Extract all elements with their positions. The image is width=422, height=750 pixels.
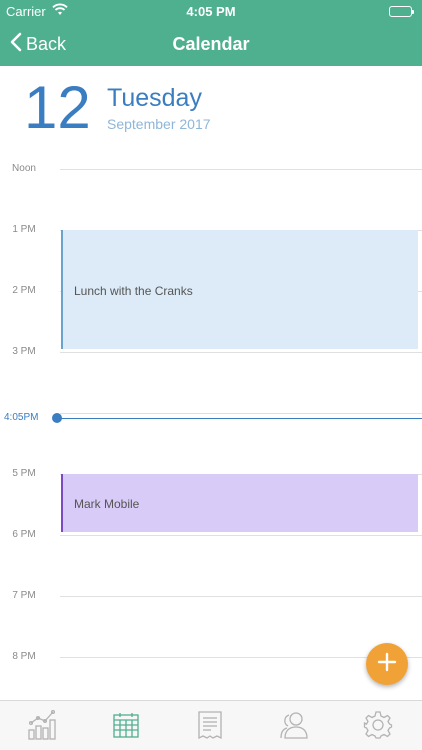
status-time: 4:05 PM xyxy=(186,4,236,19)
settings-gear-icon xyxy=(363,710,393,745)
navigation-bar: Back Calendar xyxy=(0,22,422,66)
current-time-label: 4:05PM xyxy=(4,412,39,423)
hour-label: 2 PM xyxy=(12,285,36,296)
status-bar: Carrier 4:05 PM xyxy=(0,0,422,22)
tab-settings[interactable] xyxy=(362,710,394,745)
weekday-label: Tuesday xyxy=(107,84,202,112)
hour-divider xyxy=(60,169,422,170)
contacts-icon xyxy=(279,711,309,744)
hour-label: 6 PM xyxy=(12,529,36,540)
add-event-button[interactable] xyxy=(366,643,408,685)
date-header: 12 Tuesday September 2017 xyxy=(0,66,422,156)
tab-contacts[interactable] xyxy=(278,711,310,743)
hour-label: 3 PM xyxy=(12,346,36,357)
tab-receipts[interactable] xyxy=(194,710,226,745)
hour-label: Noon xyxy=(12,163,36,174)
back-label: Back xyxy=(26,33,67,54)
month-year-label: September 2017 xyxy=(107,116,211,132)
tab-stats[interactable] xyxy=(26,709,58,745)
event-lunch-with-the-cranks[interactable]: Lunch with the Cranks xyxy=(61,230,418,349)
event-mark-mobile[interactable]: Mark Mobile xyxy=(61,474,418,532)
hour-divider xyxy=(60,596,422,597)
back-button[interactable]: Back xyxy=(10,30,66,58)
day-number: 12 xyxy=(24,74,91,141)
hour-divider xyxy=(60,535,422,536)
hour-row-4pm xyxy=(0,413,422,414)
event-title: Lunch with the Cranks xyxy=(74,284,193,298)
hour-row-3pm: 3 PM xyxy=(0,346,422,357)
calendar-icon xyxy=(112,711,140,744)
hour-label: 7 PM xyxy=(12,590,36,601)
stats-chart-icon xyxy=(26,709,58,745)
tab-calendar[interactable] xyxy=(110,711,142,743)
plus-icon xyxy=(377,652,397,677)
current-time-indicator: 4:05PM xyxy=(0,412,422,423)
hour-label: 8 PM xyxy=(12,651,36,662)
hour-label: 1 PM xyxy=(12,224,36,235)
hour-row-6pm: 6 PM xyxy=(0,529,422,540)
chevron-left-icon xyxy=(10,32,22,57)
hour-label: 5 PM xyxy=(12,468,36,479)
tab-bar xyxy=(0,700,422,750)
current-time-line xyxy=(58,418,422,419)
hour-divider xyxy=(60,413,422,414)
event-title: Mark Mobile xyxy=(74,497,140,511)
day-timeline[interactable]: Noon 1 PM 2 PM 3 PM 5 PM 6 PM 7 PM 8 PM … xyxy=(0,150,422,700)
hour-row-noon: Noon xyxy=(0,163,422,174)
battery-icon xyxy=(389,6,414,17)
hour-row-8pm: 8 PM xyxy=(0,651,422,662)
hour-row-7pm: 7 PM xyxy=(0,590,422,601)
receipt-icon xyxy=(197,710,223,745)
hour-divider xyxy=(60,352,422,353)
